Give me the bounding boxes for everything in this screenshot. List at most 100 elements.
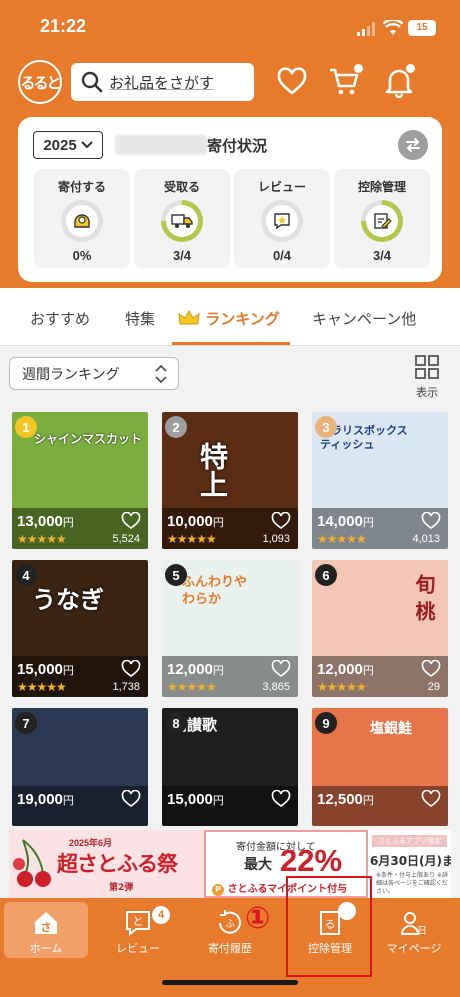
favorite-heart-icon[interactable] — [121, 512, 141, 530]
truck-icon — [171, 214, 193, 228]
tab-ranking-label: ランキング — [205, 310, 280, 328]
ranking-item[interactable]: 7 19,000円 — [12, 708, 148, 826]
cart-button[interactable] — [328, 64, 364, 100]
ranking-item[interactable]: 旬 桃 6 12,000円 ★★★★★ 29 — [312, 560, 448, 697]
price-value: 10,000 — [167, 513, 213, 530]
wifi-icon — [383, 20, 403, 35]
favorite-heart-icon[interactable] — [421, 512, 441, 530]
blurred-user-name — [115, 135, 207, 155]
annotation-step-marker: ① — [245, 901, 271, 936]
tab-ranking[interactable]: ランキング — [178, 308, 280, 329]
notification-button[interactable] — [382, 64, 418, 100]
price-bar: 12,500円 — [312, 786, 448, 826]
stat-receive[interactable]: 受取る 3/4 — [134, 169, 230, 268]
favorite-heart-icon[interactable] — [271, 660, 291, 678]
stat-label: 控除管理 — [357, 180, 406, 194]
signal-icon — [357, 22, 375, 36]
stat-value: 3/4 — [372, 248, 392, 263]
price-bar: 10,000円 ★★★★★ 1,093 — [162, 508, 298, 549]
nav-label: 寄付履歴 — [208, 942, 252, 955]
favorite-heart-icon[interactable] — [121, 790, 141, 808]
display-toggle-button[interactable]: 表示 — [410, 354, 444, 400]
banner-festival-panel: 2025年6月 超さとふる祭 第2弾 — [9, 830, 204, 898]
heart-icon[interactable] — [276, 66, 308, 98]
stat-label: 受取る — [163, 180, 200, 194]
refresh-button[interactable] — [398, 130, 428, 160]
stat-value: 3/4 — [172, 248, 192, 263]
search-icon — [81, 71, 103, 93]
campaign-banner[interactable]: 2025年6月 超さとふる祭 第2弾 寄付金額に対して 最大 22% P さとふ… — [9, 830, 451, 898]
swap-arrows-icon — [406, 138, 420, 152]
review-count: 3,865 — [262, 681, 290, 693]
product-image-text: ふんわりやわらか — [182, 575, 248, 607]
ranking-period-select[interactable]: 週間ランキング — [9, 357, 179, 390]
product-image-text: 特上 — [196, 442, 229, 498]
history-icon: ふ — [219, 910, 241, 934]
price-value: 12,000 — [167, 661, 213, 678]
app-logo[interactable]: るると — [18, 60, 62, 104]
favorite-heart-icon[interactable] — [271, 790, 291, 808]
app-header: 21:22 15 るると お礼品をさがす 2025 寄付状況 寄付する 0% 受… — [0, 0, 460, 288]
item-price: 15,000円 — [17, 661, 74, 678]
search-input[interactable]: お礼品をさがす — [71, 63, 254, 101]
item-price: 13,000円 — [17, 513, 74, 530]
rank-badge: 1 — [15, 416, 37, 438]
price-unit: 円 — [362, 665, 374, 677]
ranking-item[interactable]: 特上 2 10,000円 ★★★★★ 1,093 — [162, 412, 298, 549]
price-unit: 円 — [62, 795, 74, 807]
home-icon: さ — [35, 912, 57, 934]
status-bar: 21:22 15 — [0, 0, 460, 50]
ranking-item[interactable]: 肉讃歌 8 15,000円 — [162, 708, 298, 826]
favorite-heart-icon[interactable] — [421, 790, 441, 808]
price-value: 12,000 — [317, 661, 363, 678]
price-bar: 13,000円 ★★★★★ 5,524 — [12, 508, 148, 549]
progress-ring — [61, 200, 103, 242]
mypage-icon: 日 — [400, 912, 427, 937]
favorite-heart-icon[interactable] — [121, 660, 141, 678]
stat-review[interactable]: レビュー 0/4 — [234, 169, 330, 268]
rating-stars-icon: ★★★★★ — [167, 532, 217, 546]
tab-recommended[interactable]: おすすめ — [30, 308, 90, 329]
review-count: 5,524 — [112, 533, 140, 545]
tab-campaign[interactable]: キャンペーン他 — [312, 308, 416, 329]
point-p-icon: P — [212, 884, 224, 896]
home-indicator[interactable] — [162, 980, 298, 985]
review-icon: と — [126, 911, 150, 937]
nav-mypage[interactable]: 日 マイページ — [372, 902, 456, 958]
ranking-item[interactable]: シャインマスカット 1 13,000円 ★★★★★ 5,524 — [12, 412, 148, 549]
stat-donate[interactable]: 寄付する 0% — [34, 169, 130, 268]
svg-text:と: と — [133, 915, 144, 928]
review-count: 4,013 — [412, 533, 440, 545]
review-count: 1,738 — [112, 681, 140, 693]
rating-stars-icon: ★★★★★ — [17, 532, 67, 546]
favorite-heart-icon[interactable] — [271, 512, 291, 530]
nav-review[interactable]: と レビュー 4 — [96, 902, 180, 958]
ranking-item[interactable]: うなぎ 4 15,000円 ★★★★★ 1,738 — [12, 560, 148, 697]
sort-arrows-icon — [155, 364, 167, 384]
nav-home[interactable]: さ ホーム — [4, 902, 88, 958]
stat-deduction[interactable]: 控除管理 3/4 — [334, 169, 430, 268]
donation-status-card: 2025 寄付状況 寄付する 0% 受取る 3/4 レビュー 0/4 控除管理 … — [18, 117, 442, 282]
price-unit: 円 — [212, 795, 224, 807]
year-select[interactable]: 2025 — [33, 131, 103, 159]
chevron-down-icon — [80, 141, 93, 149]
tab-features[interactable]: 特集 — [125, 308, 155, 329]
year-value: 2025 — [43, 136, 77, 154]
rating-stars-icon: ★★★★★ — [317, 680, 367, 694]
donation-box-icon — [74, 214, 90, 228]
progress-ring — [261, 200, 303, 242]
svg-text:さ: さ — [41, 921, 52, 934]
review-count: 1,093 — [262, 533, 290, 545]
nav-label: マイページ — [386, 942, 442, 955]
grid-view-icon — [415, 355, 439, 379]
rank-badge: 7 — [15, 712, 37, 734]
progress-ring — [361, 200, 403, 242]
product-image-text: うなぎ — [32, 586, 104, 614]
price-value: 19,000 — [17, 791, 63, 808]
item-price: 14,000円 — [317, 513, 374, 530]
search-placeholder: お礼品をさがす — [109, 73, 215, 92]
ranking-item[interactable]: 塩銀鮭 9 12,500円 — [312, 708, 448, 826]
ranking-item[interactable]: ふんわりやわらか 5 12,000円 ★★★★★ 3,865 — [162, 560, 298, 697]
favorite-heart-icon[interactable] — [421, 660, 441, 678]
ranking-item[interactable]: フラリスボックスティッシュ 3 14,000円 ★★★★★ 4,013 — [312, 412, 448, 549]
